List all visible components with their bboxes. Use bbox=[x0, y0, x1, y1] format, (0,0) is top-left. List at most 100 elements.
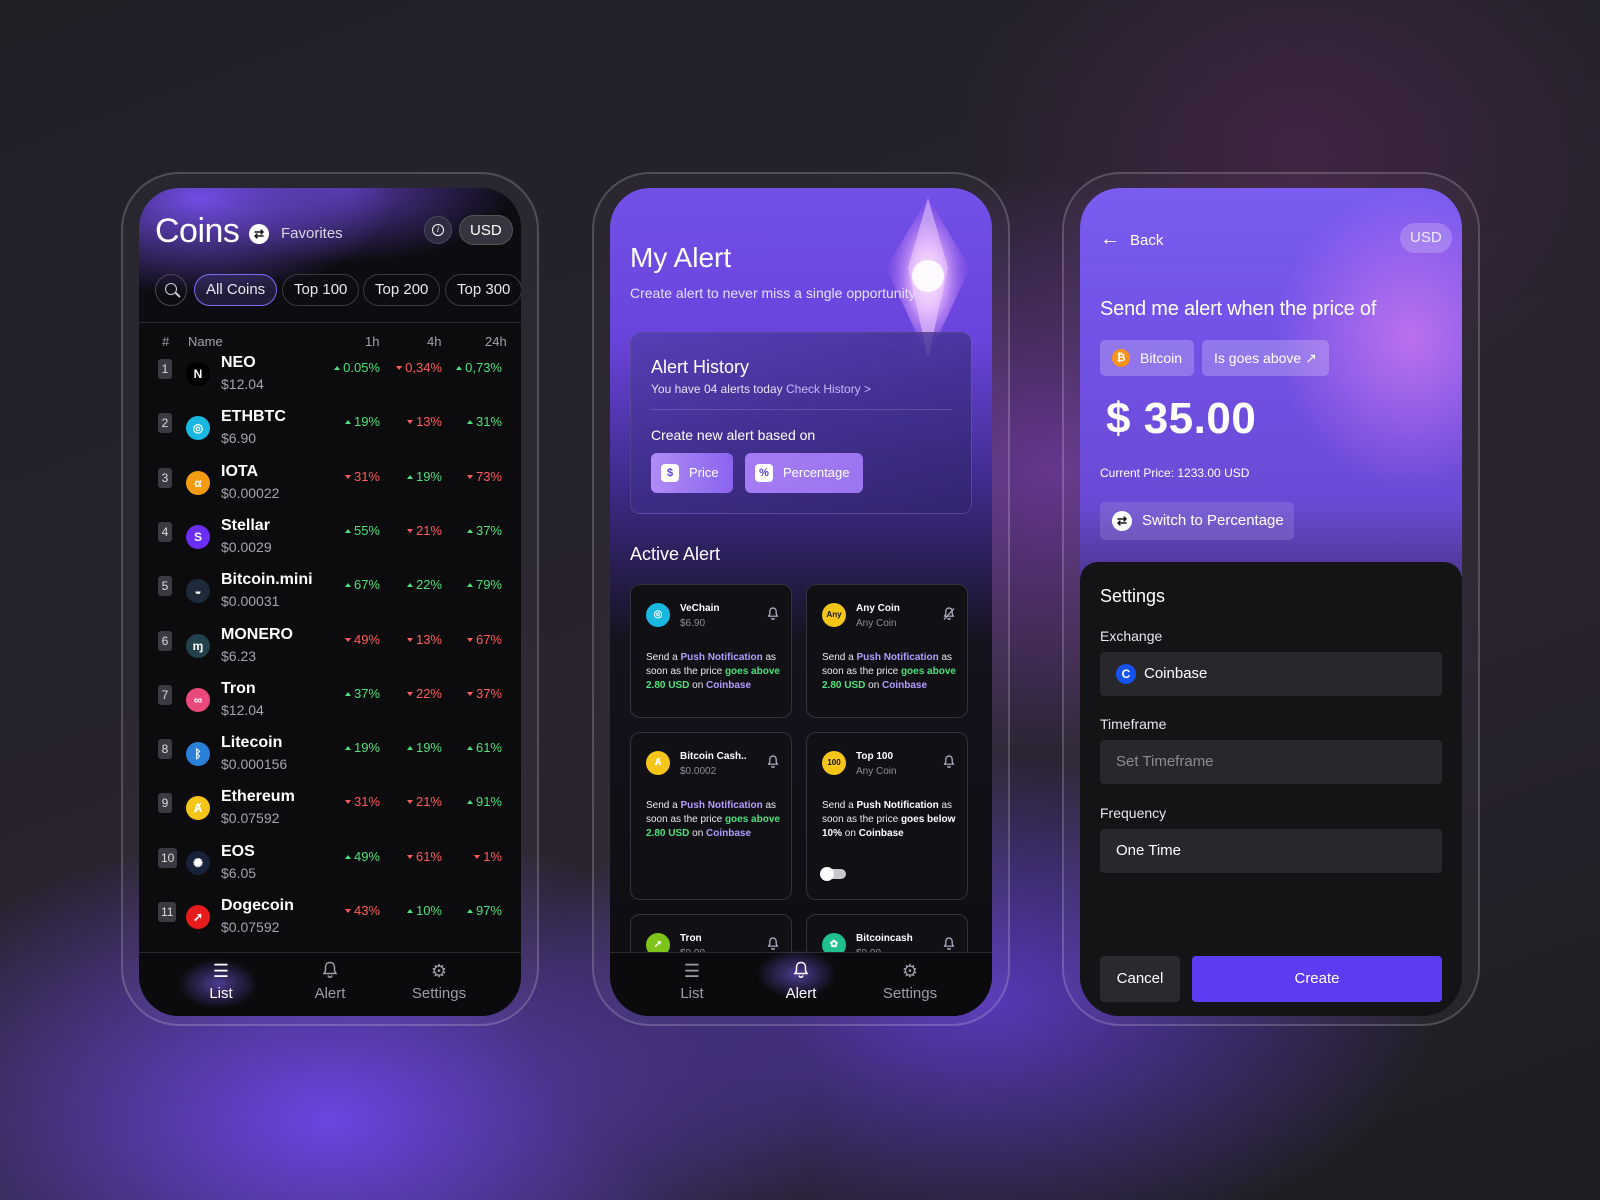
coin-price: $12.04 bbox=[221, 701, 264, 718]
tab-top-100[interactable]: Top 100 bbox=[282, 274, 360, 306]
column-header-name[interactable]: Name bbox=[188, 334, 223, 349]
bitcoin-mini-icon: ◒ bbox=[186, 579, 210, 604]
percentage-alert-button[interactable]: % Percentage bbox=[745, 453, 863, 493]
coin-icon: Any bbox=[822, 603, 846, 627]
bell-icon[interactable] bbox=[767, 755, 779, 769]
table-row[interactable]: 11 ➚ Dogecoin $0.07592 43% 10% 97% bbox=[139, 895, 521, 949]
exchange-field[interactable]: C Coinbase bbox=[1100, 652, 1442, 696]
change-1h: 55% bbox=[320, 523, 380, 538]
monero-icon: ɱ bbox=[186, 633, 210, 658]
column-header-4h[interactable]: 4h bbox=[427, 334, 441, 349]
rank-badge: 10 bbox=[158, 847, 178, 868]
swap-icon: ⇄ bbox=[1112, 511, 1132, 531]
table-row[interactable]: 10 ✺ EOS $6.05 49% 61% 1% bbox=[139, 841, 521, 895]
change-4h: 21% bbox=[382, 523, 442, 538]
change-1h: 31% bbox=[320, 794, 380, 809]
cancel-button[interactable]: Cancel bbox=[1100, 956, 1180, 1002]
timeframe-field[interactable]: Set Timeframe bbox=[1100, 740, 1442, 784]
coin-icon: ◎ bbox=[646, 603, 670, 627]
alert-coin-price: Any Coin bbox=[856, 618, 897, 629]
dollar-icon: $ bbox=[661, 464, 679, 482]
change-4h: 19% bbox=[382, 469, 442, 484]
bell-icon[interactable] bbox=[767, 937, 779, 951]
tab-top-300[interactable]: Top 300 bbox=[445, 274, 521, 306]
nav-settings[interactable]: ⚙ Settings bbox=[865, 961, 955, 1002]
check-history-link[interactable]: Check History > bbox=[786, 382, 871, 396]
current-price: Current Price: 1233.00 USD bbox=[1100, 466, 1250, 480]
alert-coin-name: Tron bbox=[680, 933, 702, 944]
alert-message: Send a Push Notification as soon as the … bbox=[646, 800, 780, 839]
table-row[interactable]: 1 N NEO $12.04 0.05% 0,34% 0,73% bbox=[139, 352, 521, 406]
bell-off-icon[interactable] bbox=[943, 607, 955, 621]
table-row[interactable]: 4 S Stellar $0.0029 55% 21% 37% bbox=[139, 515, 521, 569]
active-alert-card[interactable]: ◎ VeChain $6.90 Send a Push Notification as… bbox=[630, 584, 792, 718]
table-row[interactable]: 5 ◒ Bitcoin.mini $0.00031 67% 22% 79% bbox=[139, 569, 521, 623]
table-row[interactable]: 2 ◎ ETHBTC $6.90 19% 13% 31% bbox=[139, 406, 521, 460]
coin-name: EOS bbox=[221, 842, 255, 860]
active-alert-title: Active Alert bbox=[630, 544, 721, 564]
currency-button[interactable]: USD bbox=[1400, 223, 1452, 253]
nav-list[interactable]: ☰ List bbox=[647, 961, 737, 1002]
alert-coin-price: $6.90 bbox=[680, 618, 706, 629]
timeframe-label: Timeframe bbox=[1100, 716, 1167, 732]
search-button[interactable] bbox=[155, 274, 187, 306]
table-row[interactable]: 7 ∞ Tron $12.04 37% 22% 37% bbox=[139, 678, 521, 732]
coin-price: $12.04 bbox=[221, 376, 264, 392]
bell-icon[interactable] bbox=[943, 937, 955, 951]
change-24h: 0,73% bbox=[442, 360, 502, 375]
price-alert-button[interactable]: $ Price bbox=[651, 453, 733, 493]
condition-select-chip[interactable]: Is goes above ↗ bbox=[1202, 340, 1329, 376]
column-header-24h[interactable]: 24h bbox=[485, 334, 507, 349]
coin-name: Ethereum bbox=[221, 788, 295, 806]
coin-price: $0.0029 bbox=[221, 538, 272, 555]
back-button[interactable]: ← Back bbox=[1100, 228, 1163, 251]
column-header-1h[interactable]: 1h bbox=[365, 334, 379, 349]
nav-settings[interactable]: ⚙ Settings bbox=[394, 961, 484, 1002]
table-row[interactable]: 6 ɱ MONERO $6.23 49% 13% 67% bbox=[139, 624, 521, 678]
change-4h: 61% bbox=[382, 849, 442, 864]
alert-toggle[interactable] bbox=[820, 867, 846, 881]
percent-icon: % bbox=[755, 464, 773, 482]
nav-alert[interactable]: Alert bbox=[285, 961, 375, 1002]
change-24h: 1% bbox=[442, 849, 502, 864]
table-row[interactable]: 8 ᛒ Litecoin $0.000156 19% 19% 61% bbox=[139, 732, 521, 786]
swap-icon[interactable]: ⇄ bbox=[249, 224, 269, 244]
bell-icon[interactable] bbox=[943, 755, 955, 769]
create-alert-screen: ← Back USD Send me alert when the price o… bbox=[1080, 188, 1462, 1016]
coin-name: ETHBTC bbox=[221, 408, 286, 426]
coin-name: Stellar bbox=[221, 516, 270, 534]
active-alert-card[interactable]: 100 Top 100 Any Coin Send a Push Notificati… bbox=[806, 732, 968, 900]
info-button[interactable]: i bbox=[424, 216, 452, 244]
bell-icon[interactable] bbox=[767, 607, 779, 621]
frequency-field[interactable]: One Time bbox=[1100, 829, 1442, 873]
change-24h: 37% bbox=[442, 523, 502, 538]
alert-coin-price: $0.0002 bbox=[680, 766, 717, 777]
table-row[interactable]: 3 α IOTA $0.00022 31% 19% 73% bbox=[139, 461, 521, 515]
table-row[interactable]: 9 Ⱥ Ethereum $0.07592 31% 21% 91% bbox=[139, 786, 521, 840]
switch-to-percentage-button[interactable]: ⇄ Switch to Percentage bbox=[1100, 502, 1294, 540]
change-1h: 31% bbox=[320, 469, 380, 484]
favorites-toggle[interactable]: Favorites bbox=[281, 225, 343, 242]
alert-coin-name: VeChain bbox=[680, 603, 720, 614]
price-amount[interactable]: $ 35.00 bbox=[1106, 394, 1256, 444]
alert-coin-price: Any Coin bbox=[856, 766, 897, 777]
coin-price: $6.05 bbox=[221, 864, 257, 881]
tab-all-coins[interactable]: All Coins bbox=[194, 274, 278, 306]
change-4h: 22% bbox=[382, 577, 442, 592]
change-1h: 19% bbox=[320, 740, 380, 755]
change-4h: 21% bbox=[382, 794, 442, 809]
change-24h: 79% bbox=[442, 577, 502, 592]
alert-message: Send a Push Notification as soon as the … bbox=[646, 652, 780, 691]
coin-icon: Ⱥ bbox=[646, 751, 670, 775]
coin-select-chip[interactable]: ₿ Bitcoin bbox=[1100, 340, 1195, 376]
change-1h: 49% bbox=[320, 632, 380, 647]
nav-list[interactable]: ☰ List bbox=[176, 961, 266, 1002]
currency-button[interactable]: USD bbox=[459, 215, 513, 245]
bell-icon bbox=[756, 961, 846, 981]
rank-badge: 8 bbox=[158, 739, 172, 760]
create-button[interactable]: Create bbox=[1192, 956, 1442, 1002]
active-alert-card[interactable]: Ⱥ Bitcoin Cash.. $0.0002 Send a Push Notifi… bbox=[630, 732, 792, 900]
tab-top-200[interactable]: Top 200 bbox=[363, 274, 441, 306]
active-alert-card[interactable]: Any Any Coin Any Coin Send a Push Notificat… bbox=[806, 584, 968, 718]
nav-alert[interactable]: Alert bbox=[756, 961, 846, 1002]
